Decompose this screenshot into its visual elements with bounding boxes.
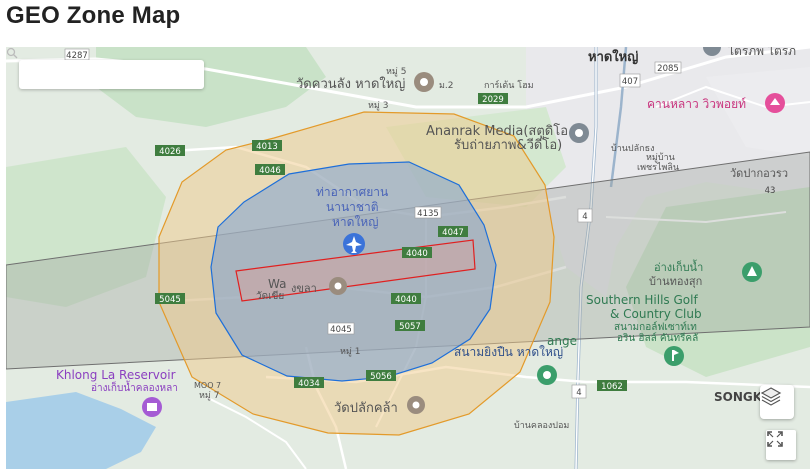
svg-text:4135: 4135 — [417, 209, 439, 219]
label-airport-1: ท่าอากาศยาน — [316, 185, 388, 199]
svg-text:5057: 5057 — [399, 322, 421, 332]
layers-icon — [760, 387, 782, 406]
search-icon — [6, 47, 18, 59]
road-shield-5056: 5056 — [366, 370, 396, 382]
page-title: GEO Zone Map — [6, 2, 181, 29]
label-garden: การ์เด้น โฮม — [484, 79, 534, 91]
road-shield-4013: 4013 — [252, 140, 282, 152]
label-songkhla-frag: งขลา — [291, 282, 317, 295]
svg-text:4046: 4046 — [259, 166, 281, 176]
road-shield-4040a: 4040 — [402, 247, 432, 259]
svg-text:43: 43 — [765, 186, 776, 196]
label-traiphop: ไตรภพ ไตรภ — [727, 47, 796, 58]
road-shield-4026: 4026 — [155, 145, 185, 157]
label-banthongsuk: บ้านทองสุก — [649, 275, 702, 288]
road-shield-2029: 2029 — [478, 93, 508, 105]
svg-text:4045: 4045 — [330, 325, 352, 335]
temple-icon-plak[interactable] — [407, 396, 425, 414]
road-shield-4045: 4045 — [327, 322, 355, 335]
label-southern-2: & Country Club — [610, 307, 702, 321]
label-southern-4: อริน ฮิลล์ คันทรีคลั — [617, 332, 698, 344]
park-pin-icon[interactable] — [742, 262, 762, 282]
road-shield-4046: 4046 — [255, 164, 285, 176]
road-shield-43: 43 — [765, 186, 776, 196]
label-ananrak-1: Ananrak Media(สตูดิโอ — [426, 123, 568, 139]
label-ange: ange — [547, 334, 577, 348]
label-watkhlong: วัดเขีย — [256, 290, 284, 302]
label-southern-3: สนามกอล์ฟเซาท์เท — [614, 321, 697, 333]
road-shield-4040b: 4040 — [391, 293, 421, 305]
label-southern-1: Southern Hills Golf — [586, 293, 698, 307]
label-kanlao: คานหลาว วิวพอยท์ — [647, 97, 746, 111]
svg-text:2085: 2085 — [657, 64, 679, 74]
map-canvas[interactable]: 4287 2029 2085 407 4026 4013 4046 4135 4… — [6, 47, 810, 469]
golf-pin-icon[interactable] — [664, 346, 684, 366]
svg-text:4026: 4026 — [159, 147, 181, 157]
label-mu3: หมู่ 3 — [368, 101, 388, 111]
road-shield-4034: 4034 — [294, 377, 324, 389]
airport-icon[interactable] — [343, 233, 365, 255]
map-search-input[interactable] — [19, 60, 204, 89]
map-svg[interactable]: 4287 2029 2085 407 4026 4013 4046 4135 4… — [6, 47, 810, 469]
road-shield-5057: 5057 — [395, 320, 425, 332]
label-mo2: ม.2 — [439, 81, 454, 91]
svg-text:1062: 1062 — [601, 382, 623, 392]
label-mu5: หมู่ 5 — [386, 67, 406, 77]
svg-text:4040: 4040 — [406, 249, 428, 259]
svg-text:5045: 5045 — [159, 295, 181, 305]
label-watkhuanlang: วัดควนลัง หาดใหญ่ — [296, 76, 405, 92]
label-airport-2: นานาชาติ — [326, 200, 379, 214]
svg-text:2029: 2029 — [482, 95, 504, 105]
label-airport-3: หาดใหญ่ — [332, 215, 378, 229]
label-hatyai: หาดใหญ่ — [588, 48, 638, 65]
svg-text:4: 4 — [582, 212, 587, 222]
reservoir-pin-icon[interactable] — [142, 397, 162, 417]
label-phetpailin: เพชรไพลิน — [637, 162, 679, 173]
viewpoint-pin-icon[interactable] — [765, 93, 785, 113]
temple-icon-songkhla[interactable] — [329, 277, 347, 295]
road-shield-4135: 4135 — [414, 206, 442, 219]
road-shield-2085: 2085 — [654, 61, 682, 74]
road-shield-4a: 4 — [577, 208, 593, 223]
camera-pin-icon[interactable] — [569, 123, 589, 143]
label-watplak: วัดปลักคล้า — [334, 401, 398, 416]
svg-text:407: 407 — [622, 77, 638, 87]
svg-text:4034: 4034 — [298, 379, 320, 389]
label-songk: SONGK — [714, 390, 763, 404]
label-mu1: หมู่ 1 — [340, 347, 360, 357]
label-khlongla-2: อ่างเก็บน้ำคลองหลา — [91, 380, 178, 394]
label-banklong: บ้านคลองปอม — [514, 420, 569, 431]
label-angkep: อ่างเก็บน้ำ — [654, 259, 703, 274]
label-wa: Wa — [268, 277, 286, 291]
label-ananrak-2: รับถ่ายภาพ&วีดีโอ) — [454, 137, 562, 153]
label-watpak: วัดปากอวรว — [730, 167, 788, 180]
svg-text:4047: 4047 — [442, 228, 464, 238]
svg-text:5056: 5056 — [370, 372, 392, 382]
place-pin-icon[interactable] — [537, 365, 557, 385]
label-mubaan: หมู่บ้าน — [646, 152, 675, 163]
road-shield-5045: 5045 — [155, 293, 185, 305]
fullscreen-button[interactable] — [766, 430, 796, 460]
svg-text:4: 4 — [576, 388, 581, 398]
label-moo7: MOO 7 — [194, 381, 221, 390]
svg-text:4013: 4013 — [256, 142, 278, 152]
road-shield-4047: 4047 — [438, 226, 468, 238]
label-khlongla-1: Khlong La Reservoir — [56, 368, 176, 382]
road-shield-4b: 4 — [571, 384, 587, 399]
road-shield-1062: 1062 — [597, 380, 627, 392]
road-shield-407: 407 — [619, 73, 641, 88]
fullscreen-icon — [767, 431, 783, 447]
layers-button[interactable] — [760, 385, 794, 419]
temple-icon-hatyai[interactable] — [414, 72, 434, 92]
label-mu7: หมู่ 7 — [199, 391, 219, 401]
svg-text:4040: 4040 — [395, 295, 417, 305]
